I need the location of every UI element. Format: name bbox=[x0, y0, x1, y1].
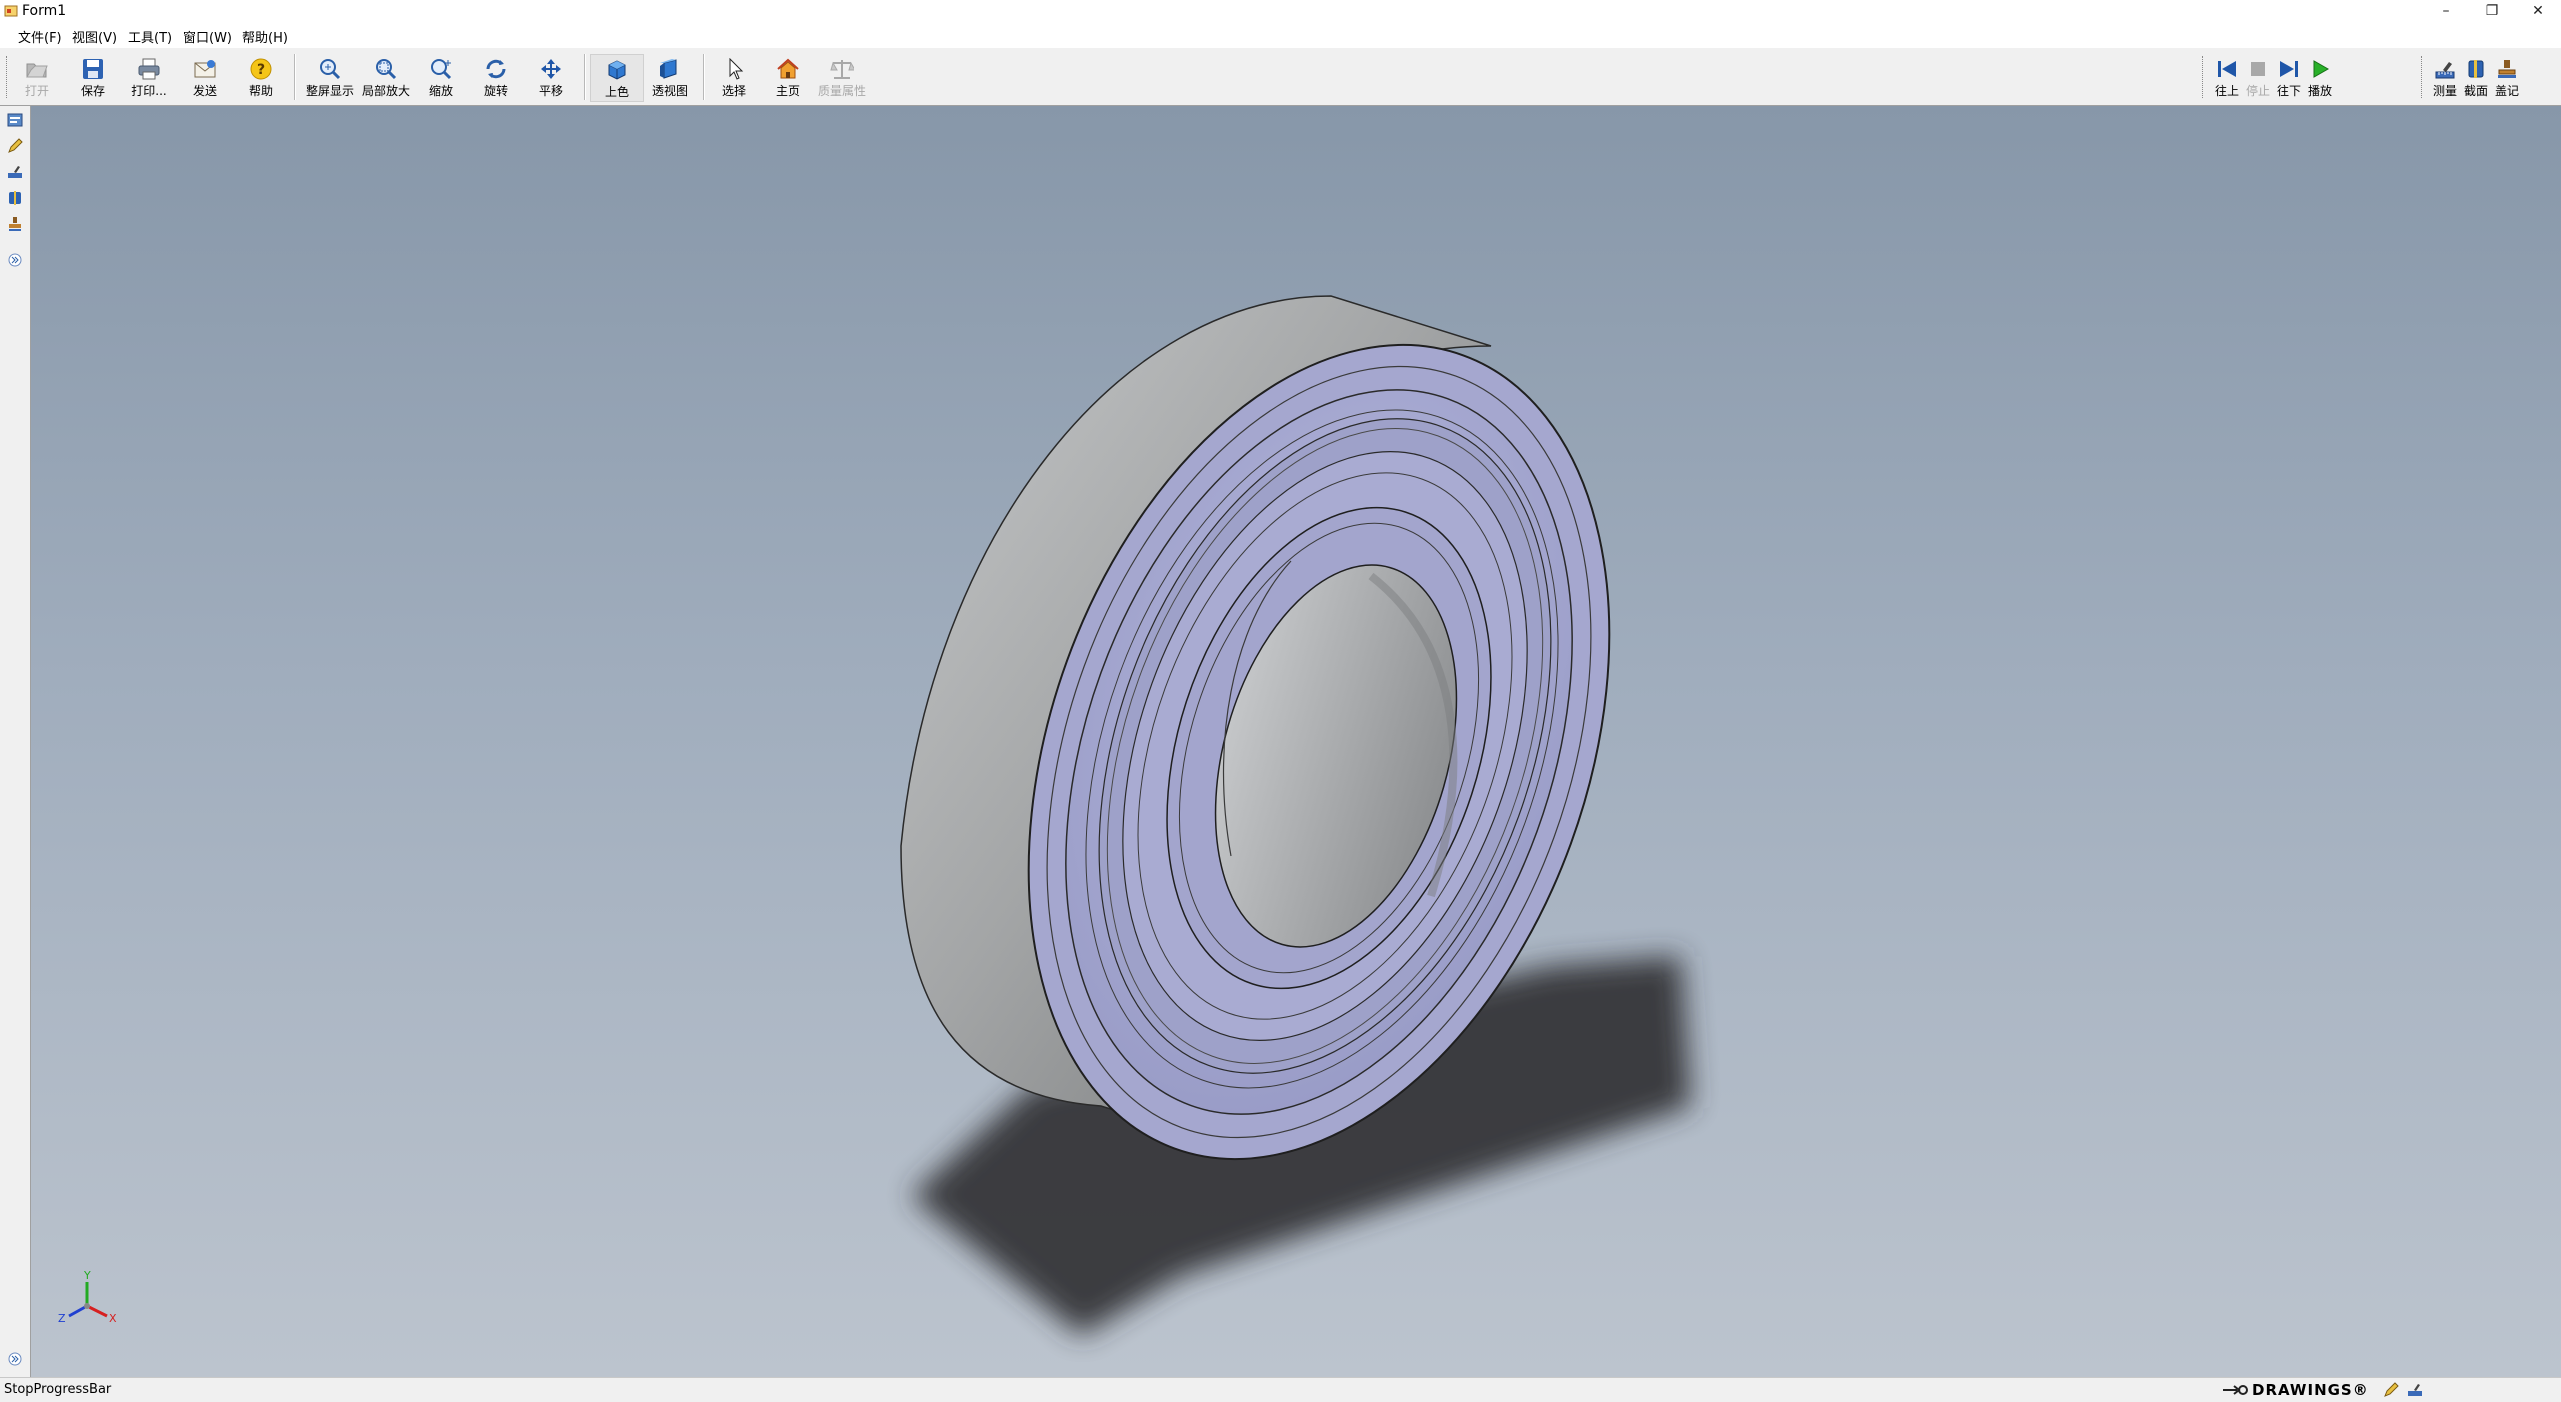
menu-tools[interactable]: 工具(T) bbox=[128, 27, 172, 46]
measure-icon[interactable] bbox=[2405, 1382, 2425, 1398]
left-stamp-button[interactable] bbox=[5, 214, 25, 234]
print-button[interactable]: 打印... bbox=[122, 54, 176, 102]
svg-text:?: ? bbox=[257, 62, 265, 78]
play-icon bbox=[2313, 60, 2330, 78]
zoom-icon bbox=[431, 59, 452, 80]
perspective-cube-icon bbox=[660, 59, 677, 79]
zoom-area-button[interactable]: 局部放大 bbox=[359, 54, 413, 102]
bearing-model[interactable]: Y X Z bbox=[31, 106, 2561, 1377]
zoom-fit-icon bbox=[320, 59, 341, 80]
cursor-arrow-icon bbox=[729, 58, 744, 80]
expand-panel-icon[interactable] bbox=[5, 250, 25, 270]
home-icon bbox=[777, 58, 799, 79]
mass-properties-button[interactable]: 质量属性 bbox=[815, 54, 869, 102]
toolbar-separator bbox=[584, 54, 586, 100]
section-view-icon bbox=[9, 191, 21, 205]
restore-icon[interactable]: ❐ bbox=[2469, 0, 2515, 22]
toolbar-separator bbox=[294, 54, 296, 100]
pan-button[interactable]: 平移 bbox=[524, 54, 578, 102]
send-button[interactable]: 发送 bbox=[178, 54, 232, 102]
help-button[interactable]: ? 帮助 bbox=[234, 54, 288, 102]
axis-z-label: Z bbox=[58, 1312, 66, 1325]
perspective-button[interactable]: 透视图 bbox=[643, 54, 697, 102]
main-toolbar: 打开 保存 打印... 发送 ? 帮助 整屏显示 局部放大 缩放 旋转 平移 上… bbox=[0, 48, 2561, 106]
balance-scale-icon bbox=[830, 60, 854, 79]
zoom-fit-button[interactable]: 整屏显示 bbox=[303, 54, 357, 102]
rotate-icon bbox=[486, 59, 506, 79]
floppy-disk-icon bbox=[83, 59, 103, 79]
3d-viewport[interactable]: Y X Z bbox=[31, 106, 2561, 1377]
axis-triad: Y X Z bbox=[58, 1269, 117, 1325]
stamp-icon bbox=[2498, 60, 2516, 78]
home-button[interactable]: 主页 bbox=[761, 54, 815, 102]
save-button[interactable]: 保存 bbox=[66, 54, 120, 102]
expand-bottom-icon[interactable] bbox=[5, 1349, 25, 1369]
zoom-area-icon bbox=[376, 59, 397, 80]
pencil-icon[interactable] bbox=[2381, 1382, 2401, 1398]
status-text: StopProgressBar bbox=[4, 1382, 112, 1397]
brand-text: DRAWINGS® bbox=[2252, 1381, 2369, 1399]
app-icon bbox=[4, 5, 18, 17]
menu-window[interactable]: 窗口(W) bbox=[183, 27, 232, 46]
close-icon[interactable]: ✕ bbox=[2515, 0, 2561, 22]
pencil-icon bbox=[8, 138, 23, 153]
left-measure-button[interactable] bbox=[5, 162, 25, 182]
stamp-icon bbox=[9, 217, 21, 231]
minimize-icon[interactable]: – bbox=[2423, 0, 2469, 22]
menu-view[interactable]: 视图(V) bbox=[72, 27, 117, 46]
drawings-brand: DRAWINGS® bbox=[2222, 1380, 2425, 1400]
measure-icon bbox=[8, 166, 22, 178]
arrow-logo-icon bbox=[2223, 1385, 2248, 1395]
markup-button[interactable]: 盖记 bbox=[2485, 54, 2529, 102]
axis-x-label: X bbox=[109, 1312, 117, 1325]
open-button[interactable]: 打开 bbox=[10, 54, 64, 102]
printer-icon bbox=[138, 58, 160, 80]
envelope-icon bbox=[194, 60, 216, 78]
status-bar: StopProgressBar DRAWINGS® bbox=[0, 1377, 2561, 1402]
open-folder-icon bbox=[26, 63, 48, 78]
title-bar: Form1 – ❐ ✕ bbox=[0, 0, 2561, 22]
rotate-button[interactable]: 旋转 bbox=[469, 54, 523, 102]
tree-view-icon bbox=[7, 113, 23, 127]
markup-pen-button[interactable] bbox=[5, 136, 25, 156]
help-question-icon: ? bbox=[250, 58, 272, 80]
zoom-button[interactable]: 缩放 bbox=[414, 54, 468, 102]
menu-file[interactable]: 文件(F) bbox=[18, 27, 62, 46]
menu-help[interactable]: 帮助(H) bbox=[242, 27, 288, 46]
axis-y-label: Y bbox=[83, 1269, 91, 1282]
select-button[interactable]: 选择 bbox=[707, 54, 761, 102]
view-manager-button[interactable] bbox=[5, 110, 25, 130]
play-button[interactable]: 播放 bbox=[2296, 54, 2344, 102]
left-section-button[interactable] bbox=[5, 188, 25, 208]
menu-bar: 文件(F) 视图(V) 工具(T) 窗口(W) 帮助(H) bbox=[0, 22, 2561, 49]
window-title: Form1 bbox=[22, 3, 67, 19]
shaded-cube-icon bbox=[608, 60, 626, 80]
left-toolbar bbox=[0, 106, 31, 1377]
toolbar-separator bbox=[703, 54, 705, 100]
shaded-button[interactable]: 上色 bbox=[590, 54, 644, 102]
pan-arrows-icon bbox=[541, 59, 561, 79]
